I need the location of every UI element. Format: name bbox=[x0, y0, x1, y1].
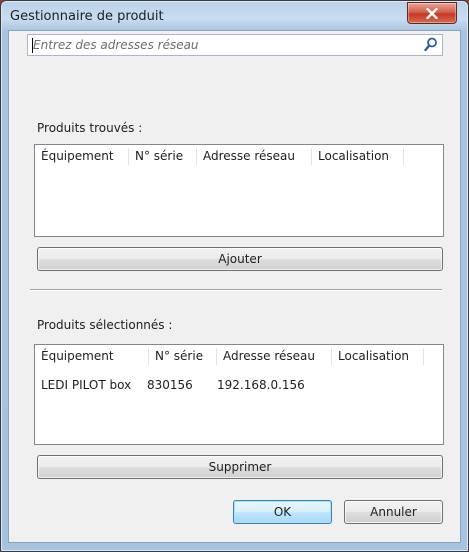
column-header-equipment[interactable]: Équipement bbox=[35, 145, 129, 168]
table-row[interactable]: LEDI PILOT box 830156 192.168.0.156 bbox=[35, 375, 418, 395]
selected-products-list[interactable]: Équipement N° série Adresse réseau Local… bbox=[34, 344, 444, 445]
found-products-label: Produits trouvés : bbox=[37, 121, 143, 135]
close-button[interactable] bbox=[407, 2, 457, 24]
search-input[interactable] bbox=[33, 36, 413, 54]
close-icon bbox=[426, 7, 438, 19]
found-products-list[interactable]: Équipement N° série Adresse réseau Local… bbox=[34, 144, 444, 237]
found-list-header: Équipement N° série Adresse réseau Local… bbox=[35, 145, 404, 168]
cell-serial: 830156 bbox=[147, 378, 193, 392]
cancel-button[interactable]: Annuler bbox=[344, 500, 443, 524]
section-divider bbox=[30, 289, 442, 291]
column-header-network-address[interactable]: Adresse réseau bbox=[217, 345, 332, 368]
column-header-serial[interactable]: N° série bbox=[129, 145, 197, 168]
selected-products-label: Produits sélectionnés : bbox=[37, 318, 173, 332]
column-header-network-address[interactable]: Adresse réseau bbox=[197, 145, 312, 168]
column-header-location[interactable]: Localisation bbox=[312, 145, 404, 168]
cell-network-address: 192.168.0.156 bbox=[217, 378, 305, 392]
column-header-equipment[interactable]: Équipement bbox=[35, 345, 149, 368]
column-header-serial[interactable]: N° série bbox=[149, 345, 217, 368]
ok-button[interactable]: OK bbox=[233, 500, 332, 524]
window-title: Gestionnaire de produit bbox=[10, 9, 164, 24]
search-icon[interactable] bbox=[424, 37, 438, 52]
cell-location bbox=[326, 375, 418, 395]
search-box[interactable] bbox=[27, 34, 443, 56]
column-header-location[interactable]: Localisation bbox=[332, 345, 424, 368]
selected-list-header: Équipement N° série Adresse réseau Local… bbox=[35, 345, 424, 368]
add-button[interactable]: Ajouter bbox=[37, 247, 443, 271]
remove-button[interactable]: Supprimer bbox=[37, 455, 443, 479]
cell-equipment: LEDI PILOT box bbox=[41, 378, 132, 392]
